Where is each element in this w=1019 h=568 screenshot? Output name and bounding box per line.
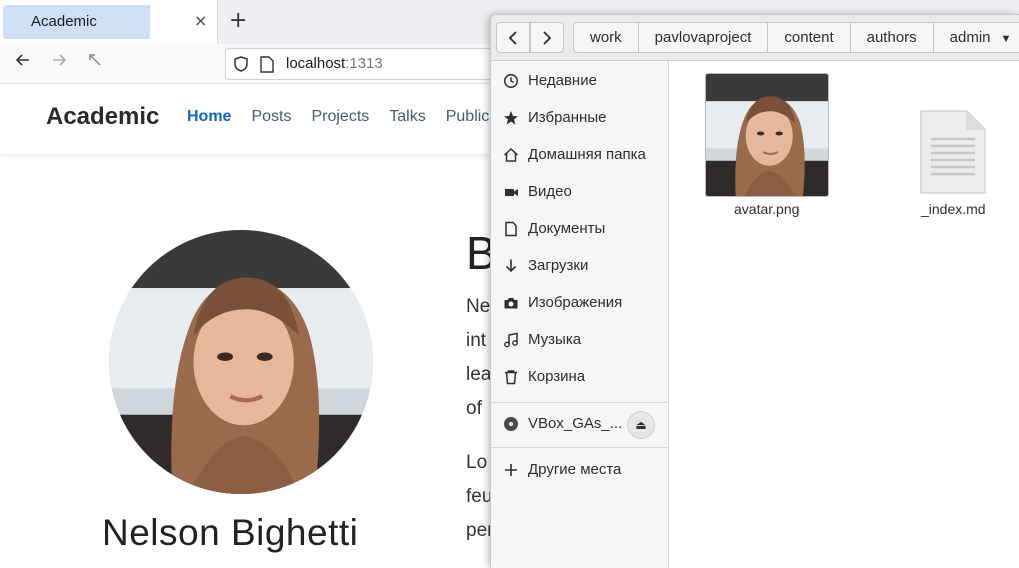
bio-line: Ne xyxy=(466,296,491,317)
bio-line: int xyxy=(466,330,487,351)
breadcrumb-work[interactable]: work xyxy=(574,23,639,52)
site-brand[interactable]: Academic xyxy=(46,103,159,131)
file-item-index-md[interactable]: _index.md xyxy=(889,61,1019,241)
sidebar-item-label: Изображения xyxy=(528,294,623,311)
sidebar-item-trash[interactable]: Корзина xyxy=(491,361,669,393)
breadcrumb-pavlovaproject[interactable]: pavlovaproject xyxy=(639,23,769,52)
sidebar-item-music[interactable]: Музыка xyxy=(491,324,669,356)
new-tab-button[interactable]: + xyxy=(229,8,247,33)
breadcrumb: work pavlovaproject content authors admi… xyxy=(573,22,1019,53)
url-bar[interactable]: localhost:1313 xyxy=(225,48,525,80)
sidebar-item-label: Видео xyxy=(528,183,572,200)
sidebar-item-label: Корзина xyxy=(528,368,586,385)
browser-tab[interactable]: Academic × xyxy=(0,0,218,44)
person-name: Nelson Bighetti xyxy=(102,512,359,553)
sidebar-item-recent[interactable]: Недавние xyxy=(491,65,669,97)
close-tab-icon[interactable]: × xyxy=(194,11,207,30)
page-icon xyxy=(260,56,274,73)
sidebar-item-device[interactable]: VBox_GAs_... ⏏ xyxy=(491,408,669,440)
eject-icon[interactable]: ⏏ xyxy=(627,411,655,439)
video-icon xyxy=(503,184,519,200)
music-icon xyxy=(503,332,519,348)
trash-icon xyxy=(503,369,519,385)
file-view: avatar.png _index.md xyxy=(669,61,1019,568)
forward-arrow-icon[interactable] xyxy=(46,51,72,77)
breadcrumb-authors[interactable]: authors xyxy=(851,23,934,52)
site-nav: Home Posts Projects Talks Publications xyxy=(187,108,532,126)
breadcrumb-admin-label: admin xyxy=(949,29,991,46)
sidebar-item-label: Музыка xyxy=(528,331,582,348)
sidebar-item-label: VBox_GAs_... xyxy=(528,415,623,432)
image-thumbnail xyxy=(705,73,829,197)
chevron-down-icon[interactable]: ▼ xyxy=(1001,33,1012,45)
document-icon xyxy=(503,221,519,237)
sidebar-item-label: Избранные xyxy=(528,109,607,126)
url-text[interactable]: localhost:1313 xyxy=(286,55,383,72)
sidebar-item-documents[interactable]: Документы xyxy=(491,213,669,245)
nav-link-posts[interactable]: Posts xyxy=(251,108,291,126)
home-icon xyxy=(503,147,519,163)
shield-icon[interactable] xyxy=(232,55,250,73)
url-host: localhost xyxy=(286,55,346,72)
clock-icon xyxy=(503,73,519,89)
disc-icon xyxy=(503,416,519,432)
sidebar-item-videos[interactable]: Видео xyxy=(491,176,669,208)
sidebar-divider xyxy=(491,447,669,448)
download-icon xyxy=(503,258,519,274)
bio-line: lea xyxy=(466,364,492,385)
plus-icon xyxy=(503,462,519,478)
file-item-avatar[interactable]: avatar.png xyxy=(669,61,869,241)
sidebar-item-label: Домашняя папка xyxy=(528,146,646,163)
bio-line: of xyxy=(466,398,482,419)
text-file-icon xyxy=(920,110,986,194)
sidebar-item-downloads[interactable]: Загрузки xyxy=(491,250,669,282)
file-manager-sidebar: Недавние Избранные Домашняя папка Видео … xyxy=(491,61,669,568)
sidebar-item-label: Недавние xyxy=(528,72,597,89)
sidebar-item-pictures[interactable]: Изображения xyxy=(491,287,669,319)
reload-icon[interactable] xyxy=(82,51,108,77)
breadcrumb-admin[interactable]: admin ▼ xyxy=(934,23,1019,52)
profile-avatar xyxy=(109,230,373,494)
bio-line: feu xyxy=(466,486,493,507)
sidebar-item-label: Загрузки xyxy=(528,257,589,274)
camera-icon xyxy=(503,295,519,311)
tab-title: Academic xyxy=(31,13,97,30)
file-manager-window: work pavlovaproject content authors admi… xyxy=(490,14,1019,568)
nav-link-talks[interactable]: Talks xyxy=(389,108,425,126)
sidebar-item-label: Другие места xyxy=(528,461,622,478)
url-port: :1313 xyxy=(345,55,383,72)
fm-back-button[interactable] xyxy=(496,22,530,53)
breadcrumb-content[interactable]: content xyxy=(768,23,851,52)
nav-link-projects[interactable]: Projects xyxy=(311,108,369,126)
sidebar-item-label: Документы xyxy=(528,220,606,237)
fm-forward-button[interactable] xyxy=(530,22,564,53)
sidebar-item-home[interactable]: Домашняя папка xyxy=(491,139,669,171)
file-name: avatar.png xyxy=(734,201,800,217)
nav-link-home[interactable]: Home xyxy=(187,108,231,126)
star-icon xyxy=(503,110,519,126)
file-name: _index.md xyxy=(921,201,986,217)
back-arrow-icon[interactable] xyxy=(10,51,36,77)
file-manager-header: work pavlovaproject content authors admi… xyxy=(491,15,1019,61)
sidebar-divider xyxy=(491,402,669,403)
bio-line: Lo xyxy=(466,452,488,473)
sidebar-item-starred[interactable]: Избранные xyxy=(491,102,669,134)
sidebar-item-other-places[interactable]: Другие места xyxy=(491,454,669,486)
